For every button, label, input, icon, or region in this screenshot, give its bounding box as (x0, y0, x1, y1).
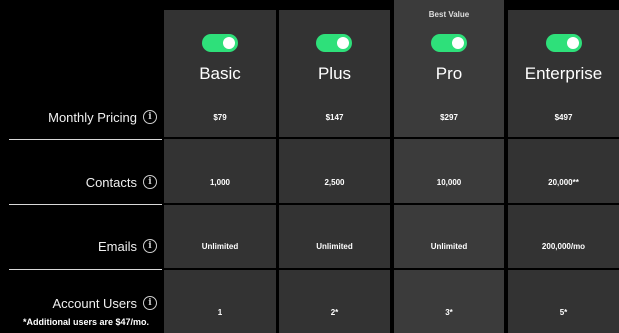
emails-cell: Unlimited (316, 242, 353, 251)
toggle-knob (567, 37, 579, 49)
row-separator (279, 203, 390, 205)
plan-name: Enterprise (524, 64, 603, 83)
row-separator (508, 268, 619, 270)
additional-users-note: *Additional users are $47/mo. (23, 316, 150, 327)
plan-toggle[interactable] (202, 34, 238, 52)
contacts-cell: 10,000 (436, 178, 462, 187)
plan-toggle[interactable] (546, 34, 582, 52)
plan-column-basic: Basic $79 1,000 Unlimited 1 (164, 10, 276, 333)
row-separator (394, 203, 504, 205)
divider (9, 269, 162, 270)
row-label-text: Account Users (52, 295, 137, 311)
price-cell: $79 (213, 113, 227, 122)
row-separator (508, 203, 619, 205)
row-separator (164, 203, 276, 205)
row-label-monthly-pricing: Monthly Pricing i (0, 100, 164, 134)
plan-toggle[interactable] (431, 34, 467, 52)
price-cell: $497 (554, 113, 573, 122)
price-cell: $297 (440, 113, 458, 122)
plan-name: Pro (435, 64, 463, 83)
info-icon[interactable]: i (143, 296, 157, 310)
toggle-knob (223, 37, 235, 49)
row-label-account-users: Account Users i *Additional users are $4… (0, 290, 164, 332)
plan-column-pro: Best Value Pro $297 10,000 Unlimited 3* (394, 0, 504, 333)
row-label-text: Monthly Pricing (48, 109, 137, 125)
toggle-knob (452, 37, 464, 49)
users-cell: 5* (559, 308, 568, 317)
divider (9, 204, 162, 205)
row-label-text: Contacts (85, 174, 137, 190)
users-cell: 2* (330, 308, 339, 317)
price-cell: $147 (325, 113, 344, 122)
divider (9, 139, 162, 140)
users-cell: 3* (445, 308, 453, 317)
row-label-emails: Emails i (0, 229, 164, 263)
plan-toggle[interactable] (316, 34, 352, 52)
row-separator (164, 137, 276, 139)
row-separator (508, 137, 619, 139)
row-separator (279, 137, 390, 139)
row-separator (394, 268, 504, 270)
row-separator (164, 268, 276, 270)
plan-name: Basic (199, 64, 241, 83)
info-icon[interactable]: i (143, 110, 157, 124)
emails-cell: Unlimited (201, 242, 239, 251)
row-label-contacts: Contacts i (0, 165, 164, 199)
best-value-badge: Best Value (428, 10, 470, 19)
contacts-cell: 2,500 (324, 178, 345, 187)
users-cell: 1 (217, 308, 223, 317)
contacts-cell: 20,000** (548, 178, 579, 187)
row-separator (279, 268, 390, 270)
contacts-cell: 1,000 (209, 178, 231, 187)
info-icon[interactable]: i (143, 175, 157, 189)
row-labels: Monthly Pricing i Contacts i Emails i Ac… (0, 0, 164, 333)
row-label-text: Emails (97, 238, 137, 254)
info-icon[interactable]: i (143, 239, 157, 253)
toggle-knob (337, 37, 349, 49)
plan-name: Plus (317, 64, 352, 83)
plan-column-enterprise: Enterprise $497 20,000** 200,000/mo 5* (508, 10, 619, 333)
emails-cell: Unlimited (430, 242, 468, 251)
plan-column-plus: Plus $147 2,500 Unlimited 2* (279, 10, 390, 333)
emails-cell: 200,000/mo (541, 242, 586, 251)
row-separator (394, 137, 504, 139)
